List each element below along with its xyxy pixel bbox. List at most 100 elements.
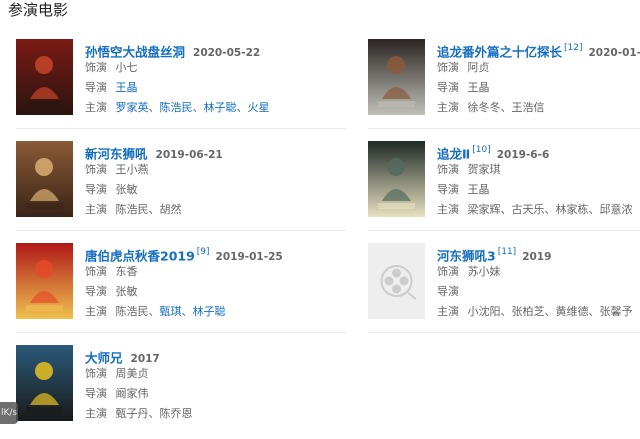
director-label: 导演 xyxy=(85,180,112,200)
director-label: 导演 xyxy=(85,384,112,404)
cast-list: 徐冬冬、王浩信 xyxy=(468,101,545,114)
cast-member[interactable]: 林子聪 xyxy=(204,101,237,114)
cast-member: 张柏芝 xyxy=(512,305,545,318)
section-title: 参演电影 xyxy=(8,0,68,22)
director-label: 导演 xyxy=(85,78,112,98)
director-name: 张敏 xyxy=(116,183,138,196)
cast-member: 陈浩民 xyxy=(116,305,149,318)
film-poster[interactable] xyxy=(368,141,425,217)
cast-label: 主演 xyxy=(85,302,112,322)
list-separator: 、 xyxy=(193,101,204,114)
film-poster[interactable] xyxy=(16,39,73,115)
cast-label: 主演 xyxy=(437,98,464,118)
cast-member: 古天乐 xyxy=(512,203,545,216)
row-divider xyxy=(368,332,640,333)
reference-link[interactable]: [10] xyxy=(472,145,490,155)
reference-link[interactable]: [12] xyxy=(564,43,582,53)
cast-member: 黄维德 xyxy=(556,305,589,318)
list-separator: 、 xyxy=(501,101,512,114)
director-name: 王晶 xyxy=(468,183,490,196)
film-card: 追龙番外篇之十亿探长[12]2020-01-16 饰演 阿贞 导演 王晶 主演 … xyxy=(368,39,640,133)
cast-list: 甄子丹、陈乔恩 xyxy=(116,407,193,420)
film-card: 唐伯虎点秋香2019[9]2019-01-25 饰演 东香 导演 张敏 主演 陈… xyxy=(16,243,346,337)
film-poster-placeholder[interactable] xyxy=(368,243,425,319)
list-separator: 、 xyxy=(149,101,160,114)
cast-member: 小沈阳 xyxy=(468,305,501,318)
row-divider xyxy=(368,230,640,231)
cast-member[interactable]: 甄琪 xyxy=(160,305,182,318)
list-separator: 、 xyxy=(501,203,512,216)
director-list: 王晶 xyxy=(468,183,490,196)
cast-label: 主演 xyxy=(85,98,112,118)
release-date: 2020-01-16 xyxy=(589,47,640,59)
director-label: 导演 xyxy=(437,180,464,200)
list-separator: 、 xyxy=(545,305,556,318)
director-name[interactable]: 王晶 xyxy=(116,81,138,94)
cast-list: 小沈阳、张柏芝、黄维德、张馨予 xyxy=(468,305,633,318)
role-label: 饰演 xyxy=(437,58,464,78)
cast-member: 陈浩民 xyxy=(116,203,149,216)
film-poster[interactable] xyxy=(16,141,73,217)
cast-list: 梁家辉、古天乐、林家栋、邱意浓 xyxy=(468,203,633,216)
cast-member: 王浩信 xyxy=(512,101,545,114)
film-poster[interactable] xyxy=(16,243,73,319)
role-value: 东香 xyxy=(116,265,138,278)
row-divider xyxy=(16,230,346,231)
list-separator: 、 xyxy=(545,203,556,216)
cast-label: 主演 xyxy=(85,200,112,220)
list-separator: 、 xyxy=(149,203,160,216)
film-card: 新河东狮吼2019-06-21 饰演 王小燕 导演 张敏 主演 陈浩民、胡然 xyxy=(16,141,346,235)
role-value: 贺家琪 xyxy=(468,163,501,176)
director-label: 导演 xyxy=(85,282,112,302)
cast-member[interactable]: 陈浩民 xyxy=(160,101,193,114)
director-list: 张敏 xyxy=(116,285,138,298)
film-poster[interactable] xyxy=(368,39,425,115)
role-value: 苏小妹 xyxy=(468,265,501,278)
cast-member: 陈乔恩 xyxy=(160,407,193,420)
list-separator: 、 xyxy=(149,407,160,420)
cast-member: 梁家辉 xyxy=(468,203,501,216)
release-date: 2019 xyxy=(522,251,551,263)
list-separator: 、 xyxy=(589,305,600,318)
cast-member: 林家栋 xyxy=(556,203,589,216)
cast-label: 主演 xyxy=(437,200,464,220)
list-separator: 、 xyxy=(237,101,248,114)
release-date: 2020-05-22 xyxy=(193,47,260,59)
cast-member[interactable]: 罗家英 xyxy=(116,101,149,114)
director-name: 阚家伟 xyxy=(116,387,149,400)
director-name: 张敏 xyxy=(116,285,138,298)
film-card: 河东狮吼3[11]2019 饰演 苏小妹 导演 主演 小沈阳、张柏芝、黄维德、张… xyxy=(368,243,640,337)
director-name: 王晶 xyxy=(468,81,490,94)
role-label: 饰演 xyxy=(437,262,464,282)
film-poster[interactable] xyxy=(16,345,73,421)
reference-link[interactable]: [9] xyxy=(197,247,210,257)
role-value: 小七 xyxy=(116,61,138,74)
row-divider xyxy=(16,332,346,333)
cast-member: 胡然 xyxy=(160,203,182,216)
film-card: 追龙Ⅱ[10]2019-6-6 饰演 贺家琪 导演 王晶 主演 梁家辉、古天乐、… xyxy=(368,141,640,235)
list-separator: 、 xyxy=(501,305,512,318)
director-list: 阚家伟 xyxy=(116,387,149,400)
list-separator: 、 xyxy=(589,203,600,216)
release-date: 2019-06-21 xyxy=(156,149,223,161)
list-separator: 、 xyxy=(182,305,193,318)
release-date: 2019-01-25 xyxy=(216,251,283,263)
row-divider xyxy=(368,128,640,129)
cast-member[interactable]: 火星 xyxy=(248,101,270,114)
cast-member: 甄子丹 xyxy=(116,407,149,420)
role-label: 饰演 xyxy=(85,160,112,180)
role-value: 阿贞 xyxy=(468,61,490,74)
director-list: 张敏 xyxy=(116,183,138,196)
cast-label: 主演 xyxy=(437,302,464,322)
film-card: 大师兄2017 饰演 周美贞 导演 阚家伟 主演 甄子丹、陈乔恩 xyxy=(16,345,346,439)
cast-list: 陈浩民、胡然 xyxy=(116,203,182,216)
role-value: 周美贞 xyxy=(116,367,149,380)
cast-list: 罗家英、陈浩民、林子聪、火星 xyxy=(116,101,270,114)
cast-list: 陈浩民、甄琪、林子聪 xyxy=(116,305,226,318)
role-value: 王小燕 xyxy=(116,163,149,176)
release-date: 2019-6-6 xyxy=(497,149,550,161)
film-card: 孙悟空大战盘丝洞2020-05-22 饰演 小七 导演 王晶 主演 罗家英、陈浩… xyxy=(16,39,346,133)
cast-member[interactable]: 林子聪 xyxy=(193,305,226,318)
row-divider xyxy=(16,128,346,129)
reference-link[interactable]: [11] xyxy=(498,247,516,257)
